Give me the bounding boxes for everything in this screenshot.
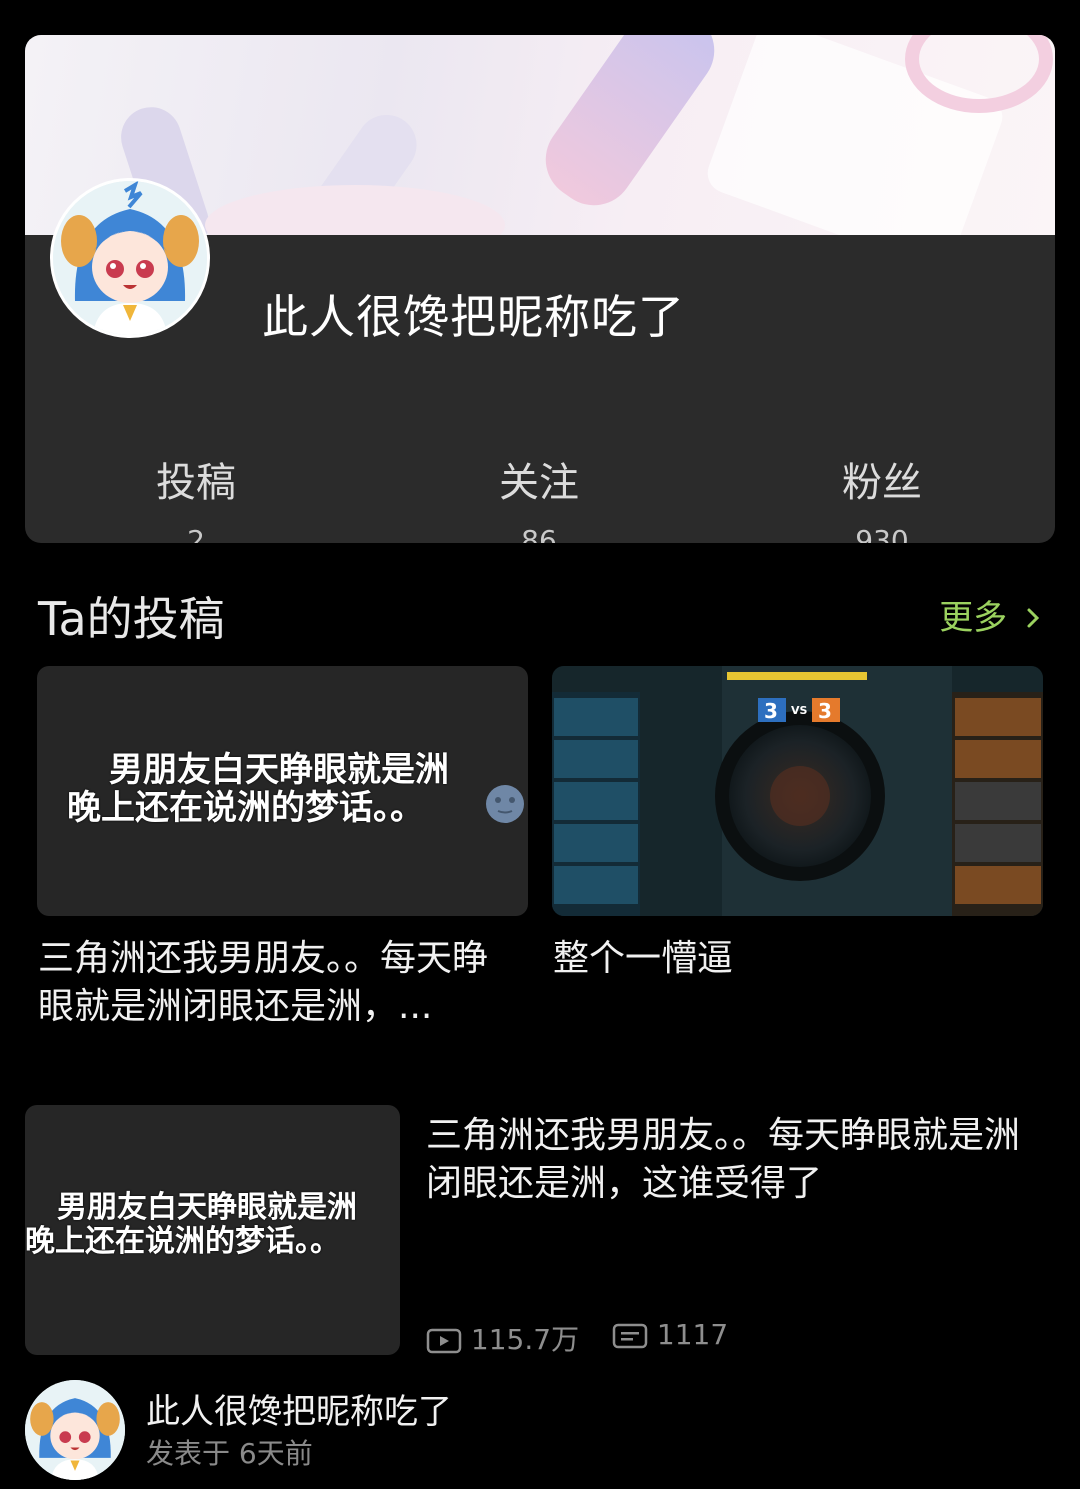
chevron-right-icon (1026, 598, 1040, 638)
profile-nickname: 此人很馋把昵称吃了 (262, 290, 685, 344)
profile-avatar[interactable] (50, 178, 210, 338)
stat-following-label: 关注 (499, 460, 579, 506)
stat-following-value: 86 (521, 524, 557, 543)
stat-following[interactable]: 关注 86 (439, 450, 639, 543)
comment-count-icon (612, 1323, 648, 1349)
stat-posts-value: 2 (187, 524, 205, 543)
score-right: 3 (818, 699, 832, 723)
featured-thumb-line2: 晚上还在说洲的梦话。。 (25, 1224, 340, 1259)
play-count-icon (426, 1328, 462, 1354)
views-count: 115.7万 (470, 1323, 580, 1356)
stat-followers-label: 粉丝 (842, 460, 922, 506)
stat-followers[interactable]: 粉丝 930 (782, 450, 982, 543)
stat-posts-label: 投稿 (156, 460, 236, 506)
grid-post-1-thumb-line2: 晚上还在说洲的梦话。。 (67, 788, 424, 828)
grid-post-2-title[interactable]: 整个一懵逼 (553, 935, 1033, 983)
grid-post-1-thumb-line1: 男朋友白天睁眼就是洲 (109, 750, 449, 790)
featured-post-title[interactable]: 三角洲还我男朋友。。每天睁眼就是洲闭眼还是洲，这谁受得了 (426, 1112, 1051, 1208)
moon-face-icon (486, 785, 524, 823)
score-vs: VS (791, 704, 808, 717)
posts-section-title: Ta的投稿 (38, 592, 225, 646)
featured-thumb-line1: 男朋友白天睁眼就是洲 (57, 1190, 357, 1225)
featured-comments: 1117 (612, 1318, 728, 1351)
more-link[interactable]: 更多 (939, 590, 1040, 639)
avatar-image (53, 181, 207, 335)
featured-post-thumbnail[interactable]: 男朋友白天睁眼就是洲 晚上还在说洲的梦话。。 (25, 1105, 400, 1355)
stat-posts[interactable]: 投稿 2 (96, 450, 296, 543)
author-post-time: 发表于 6天前 (146, 1437, 313, 1470)
grid-post-2-thumbnail[interactable]: 3 VS 3 (552, 666, 1043, 916)
featured-views: 115.7万 (426, 1318, 579, 1358)
grid-post-1-title[interactable]: 三角洲还我男朋友。。每天睁眼就是洲闭眼还是洲，... (38, 935, 518, 1031)
author-avatar[interactable] (25, 1380, 125, 1480)
comments-count: 1117 (656, 1318, 729, 1351)
score-left: 3 (764, 699, 778, 723)
more-label: 更多 (939, 598, 1008, 638)
author-name[interactable]: 此人很馋把昵称吃了 (146, 1384, 452, 1433)
grid-post-1-thumbnail[interactable]: 男朋友白天睁眼就是洲 晚上还在说洲的梦话。。 (37, 666, 528, 916)
stat-followers-value: 930 (855, 524, 909, 543)
author-avatar-image (25, 1380, 125, 1480)
